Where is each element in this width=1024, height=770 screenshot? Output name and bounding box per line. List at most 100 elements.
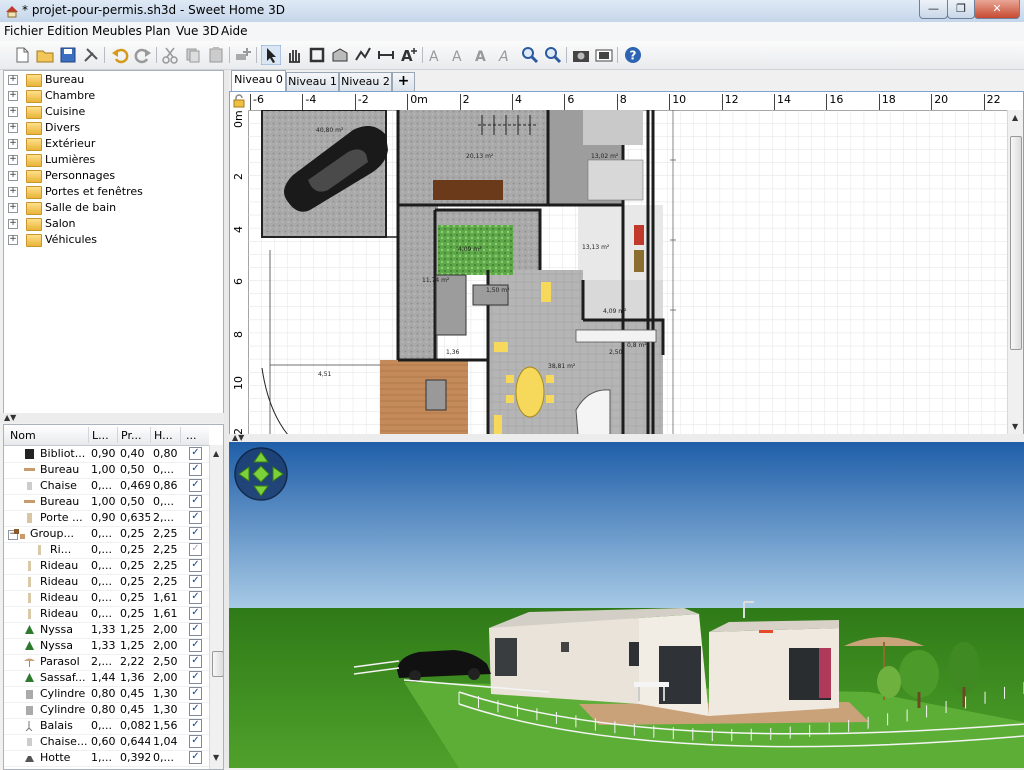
tab-niveau-0[interactable]: Niveau 0 [231, 70, 286, 92]
catalog-category[interactable]: + Bureau [4, 72, 223, 88]
paste-icon[interactable] [206, 45, 226, 65]
save-icon[interactable] [58, 45, 78, 65]
visible-checkbox[interactable]: ✓ [189, 751, 202, 764]
visible-checkbox[interactable]: ✓ [189, 511, 202, 524]
table-row[interactable]: Hotte 1,... 0,392 0,... ✓ [4, 750, 209, 767]
add-level-button[interactable]: + [392, 72, 415, 91]
create-polylines-icon[interactable] [353, 45, 373, 65]
text-italic-icon[interactable]: A [495, 45, 515, 65]
table-row[interactable]: − Group... 0,... 0,25 2,25 ✓ [4, 526, 209, 543]
table-row[interactable]: Bureau 1,00 0,50 0,... ✓ [4, 462, 209, 479]
expand-icon[interactable]: + [8, 219, 18, 229]
text-style-a2-icon[interactable]: A [449, 45, 469, 65]
create-video-icon[interactable] [594, 45, 614, 65]
3d-view[interactable] [229, 442, 1024, 768]
text-bold-icon[interactable]: A [472, 45, 492, 65]
plan-canvas[interactable]: 40,80 m² 20,13 m² 13,02 m² 13,13 m² 4,09… [248, 110, 1009, 435]
text-style-a1-icon[interactable]: A [426, 45, 446, 65]
zoom-in-icon[interactable] [520, 45, 540, 65]
redo-icon[interactable] [133, 45, 153, 65]
furniture-catalog-tree[interactable]: + Bureau + Chambre + Cuisine + Divers + Extérieur… [3, 70, 224, 414]
table-row[interactable]: Porte ... 0,90 0,635 2,... ✓ [4, 510, 209, 527]
preferences-icon[interactable] [81, 45, 101, 65]
visible-checkbox[interactable]: ✓ [189, 671, 202, 684]
expand-icon[interactable]: + [8, 107, 18, 117]
table-row[interactable]: Sassaf... 1,44 1,36 2,00 ✓ [4, 670, 209, 687]
create-walls-icon[interactable] [307, 45, 327, 65]
lock-icon[interactable] [232, 94, 246, 108]
collapse-arrow-icon[interactable]: ▲▼ [4, 413, 16, 422]
expand-icon[interactable]: + [8, 235, 18, 245]
col-profondeur[interactable]: Pr... [121, 429, 141, 442]
furniture-table[interactable]: Nom L... Pr... H... ... Bibliot... 0,90 0,… [3, 424, 224, 770]
catalog-category[interactable]: + Personnages [4, 168, 223, 184]
expand-icon[interactable]: + [8, 203, 18, 213]
catalog-category[interactable]: + Véhicules [4, 232, 223, 248]
menu-fichier[interactable]: Fichier [4, 24, 43, 38]
select-arrow-icon[interactable] [261, 45, 281, 65]
scroll-up-icon[interactable]: ▲ [1012, 113, 1018, 122]
table-row[interactable]: Balais 0,... 0,082 1,56 ✓ [4, 718, 209, 735]
visible-checkbox[interactable]: ✓ [189, 559, 202, 572]
table-row[interactable]: Bibliot... 0,90 0,40 0,80 ✓ [4, 446, 209, 463]
table-scrollbar[interactable]: ▲ ▼ [209, 445, 223, 769]
col-hauteur[interactable]: H... [154, 429, 173, 442]
visible-checkbox[interactable]: ✓ [189, 591, 202, 604]
expand-icon[interactable]: + [8, 75, 18, 85]
menu-plan[interactable]: Plan [145, 24, 171, 38]
scroll-down-icon[interactable]: ▼ [1012, 422, 1018, 431]
table-row[interactable]: Bureau 1,00 0,50 0,... ✓ [4, 494, 209, 511]
table-row[interactable]: Nyssa 1,33 1,25 2,00 ✓ [4, 622, 209, 639]
col-nom[interactable]: Nom [10, 429, 36, 442]
maximize-button[interactable]: ❐ [947, 0, 975, 19]
table-row[interactable]: Chaise... 0,60 0,644 1,04 ✓ [4, 734, 209, 751]
undo-icon[interactable] [110, 45, 130, 65]
expand-icon[interactable]: + [8, 187, 18, 197]
visible-checkbox[interactable]: ✓ [189, 463, 202, 476]
catalog-category[interactable]: + Cuisine [4, 104, 223, 120]
menu-vue3d[interactable]: Vue 3D [176, 24, 219, 38]
plan-view[interactable]: -6 -4 -2 0m 2 4 6 8 10 12 14 16 18 20 22 0m 2 4 6 8 10 12 [229, 91, 1024, 436]
expand-icon[interactable]: + [8, 123, 18, 133]
table-row[interactable]: Rideau 0,... 0,25 1,61 ✓ [4, 590, 209, 607]
create-dimensions-icon[interactable] [376, 45, 396, 65]
table-row[interactable]: Cylindre 0,80 0,45 1,30 ✓ [4, 702, 209, 719]
cut-icon[interactable] [160, 45, 180, 65]
visible-checkbox[interactable]: ✓ [189, 495, 202, 508]
visible-checkbox[interactable]: ✓ [189, 639, 202, 652]
scroll-up-icon[interactable]: ▲ [213, 449, 219, 458]
scroll-down-icon[interactable]: ▼ [213, 753, 219, 762]
visible-checkbox[interactable]: ✓ [189, 543, 202, 556]
expand-icon[interactable]: + [8, 155, 18, 165]
catalog-category[interactable]: + Portes et fenêtres [4, 184, 223, 200]
table-row[interactable]: Chaise 0,... 0,469 0,86 ✓ [4, 478, 209, 495]
menu-edition[interactable]: Edition [47, 24, 89, 38]
visible-checkbox[interactable]: ✓ [189, 479, 202, 492]
minimize-button[interactable]: — [919, 0, 948, 19]
visible-checkbox[interactable]: ✓ [189, 623, 202, 636]
visible-checkbox[interactable]: ✓ [189, 575, 202, 588]
navigation-arrows[interactable] [234, 447, 288, 501]
col-largeur[interactable]: L... [92, 429, 109, 442]
pan-hand-icon[interactable] [284, 45, 304, 65]
catalog-category[interactable]: + Divers [4, 120, 223, 136]
catalog-category[interactable]: + Salle de bain [4, 200, 223, 216]
plan-3d-splitter[interactable]: ▲▼ [229, 433, 1024, 442]
visible-checkbox[interactable]: ✓ [189, 735, 202, 748]
table-row[interactable]: Cylindre 0,80 0,45 1,30 ✓ [4, 686, 209, 703]
visible-checkbox[interactable]: ✓ [189, 527, 202, 540]
visible-checkbox[interactable]: ✓ [189, 655, 202, 668]
table-row[interactable]: Rideau 0,... 0,25 2,25 ✓ [4, 574, 209, 591]
zoom-out-icon[interactable] [543, 45, 563, 65]
visible-checkbox[interactable]: ✓ [189, 687, 202, 700]
menu-aide[interactable]: Aide [221, 24, 248, 38]
help-icon[interactable]: ? [623, 45, 643, 65]
table-row[interactable]: Ri... 0,... 0,25 2,25 ✓ [4, 542, 209, 559]
catalog-category[interactable]: + Extérieur [4, 136, 223, 152]
catalog-category[interactable]: + Lumières [4, 152, 223, 168]
close-button[interactable]: ✕ [974, 0, 1020, 19]
new-file-icon[interactable] [12, 45, 32, 65]
plan-scrollbar[interactable]: ▲ ▼ [1007, 110, 1023, 435]
create-rooms-icon[interactable] [330, 45, 350, 65]
catalog-category[interactable]: + Salon [4, 216, 223, 232]
